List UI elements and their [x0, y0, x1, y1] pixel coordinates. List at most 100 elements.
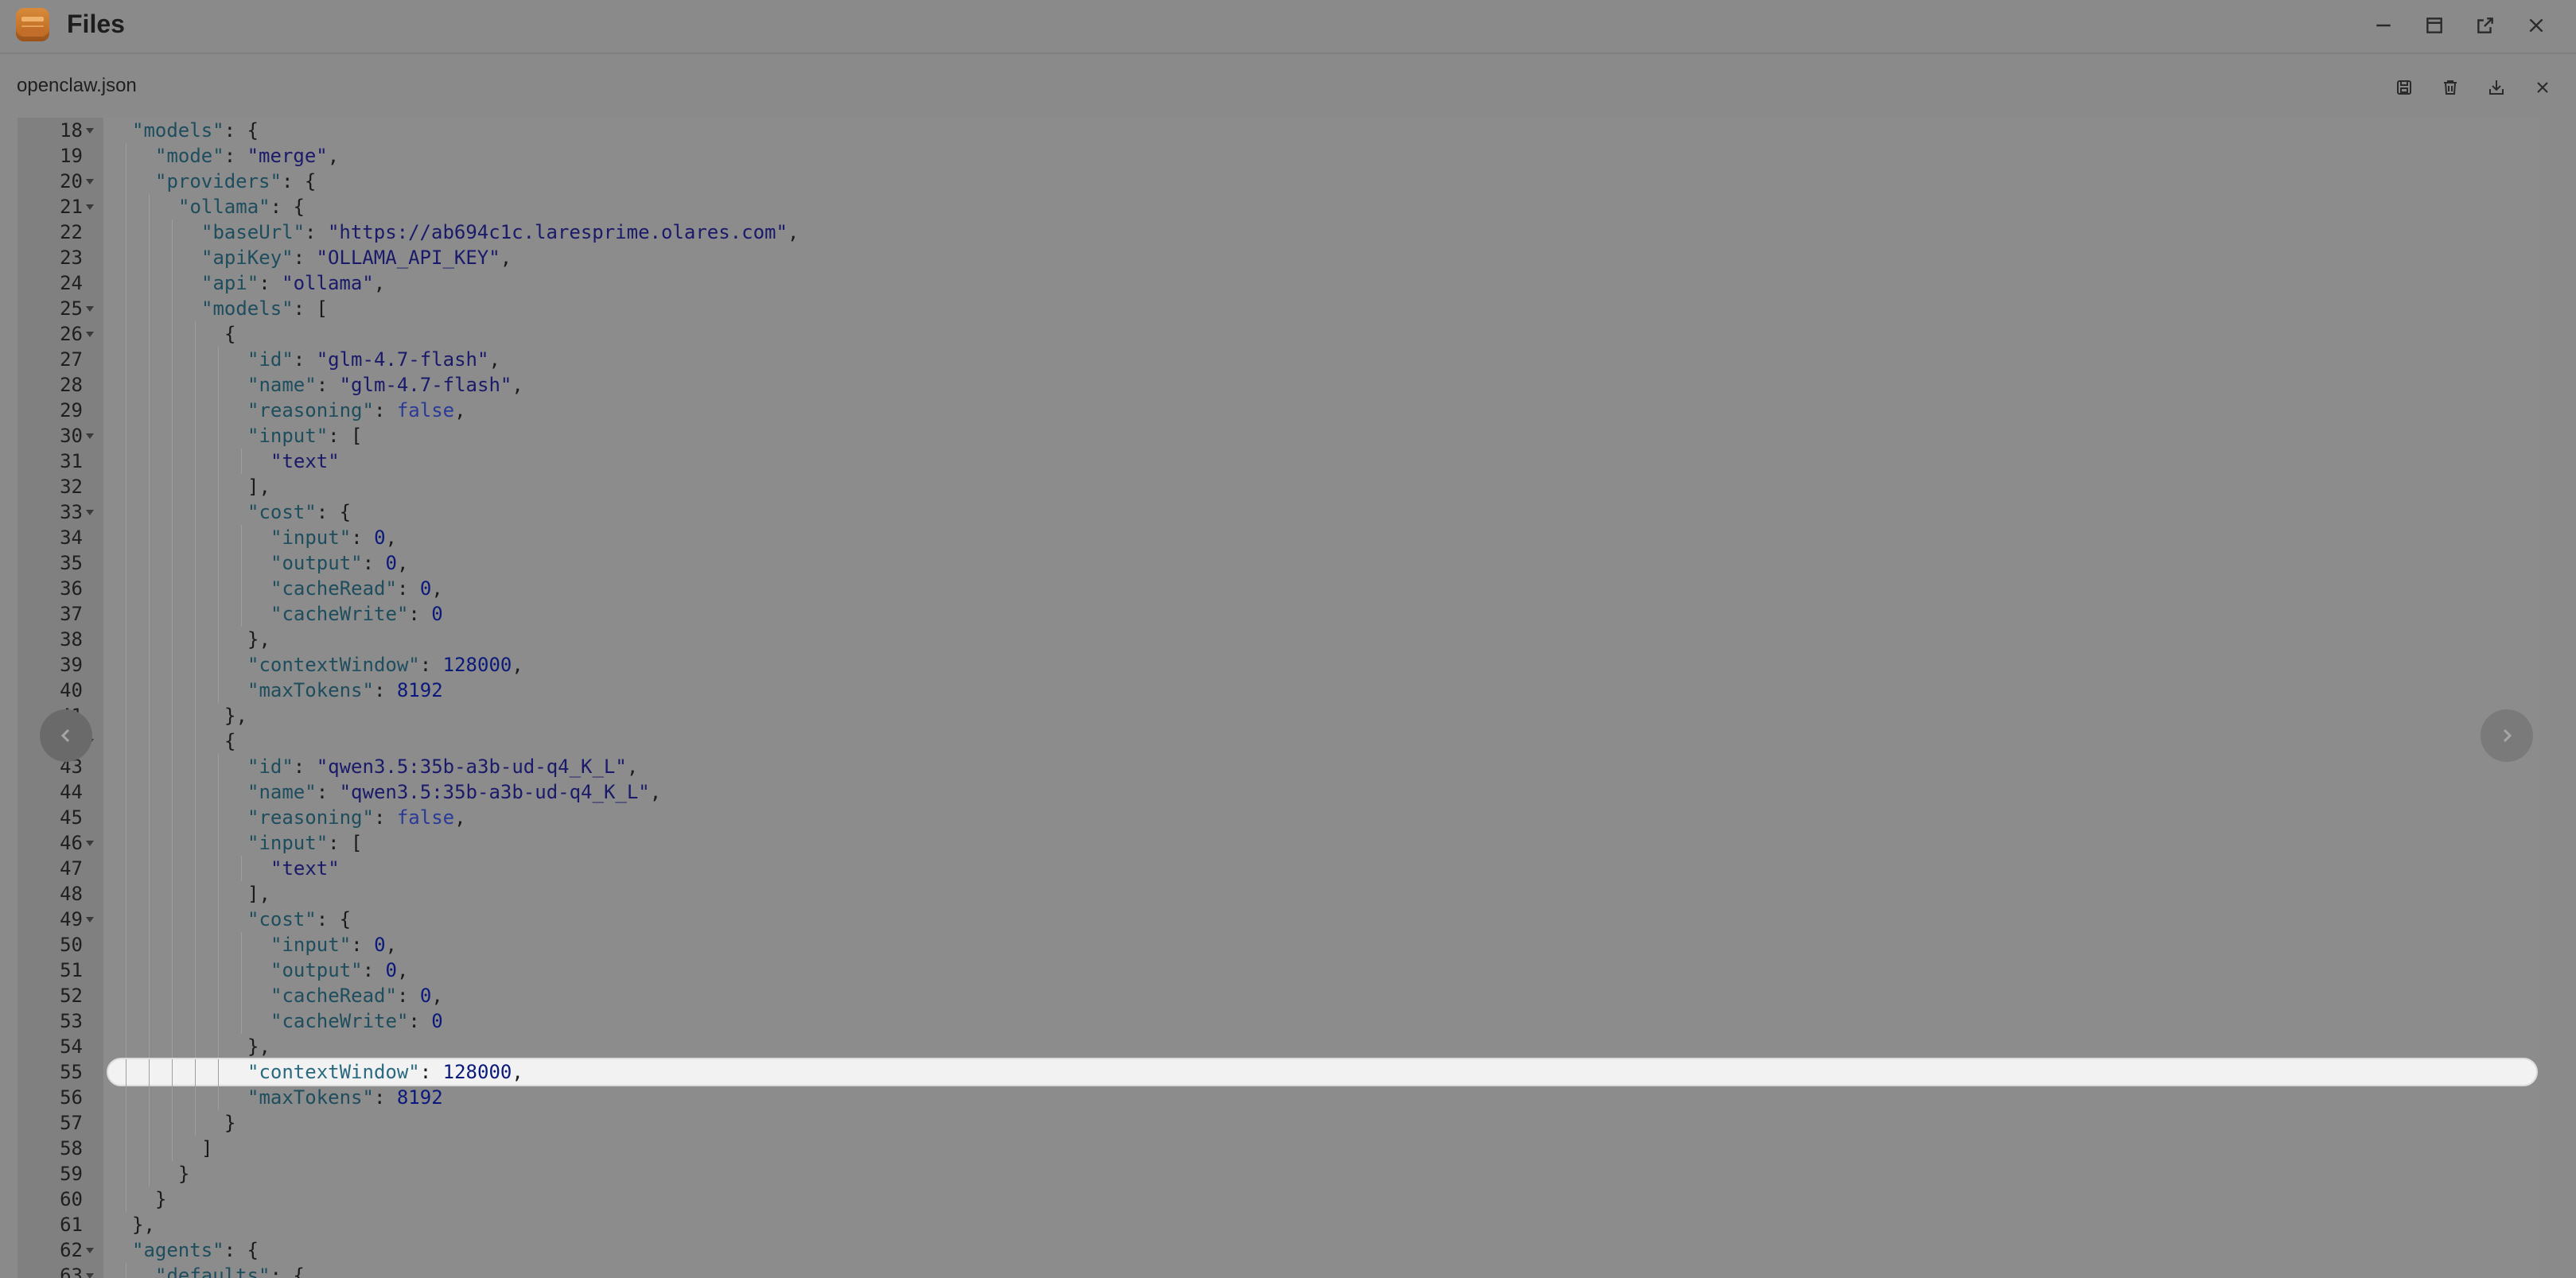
indent-guide: [218, 627, 219, 652]
maximize-button[interactable]: [2417, 8, 2452, 43]
code-token: "cost": [247, 908, 317, 930]
line-number: 39: [60, 654, 83, 676]
code-line[interactable]: 38},: [18, 627, 2539, 652]
code-line[interactable]: 50 "input": 0,: [18, 932, 2539, 958]
code-line[interactable]: 62 "agents": {: [18, 1237, 2539, 1263]
indent-guide: [172, 576, 173, 601]
indent-guide: [172, 830, 173, 856]
code-line[interactable]: 23 "apiKey": "OLLAMA_API_KEY",: [18, 245, 2539, 270]
fold-toggle-icon[interactable]: [86, 841, 94, 846]
delete-button[interactable]: [2433, 70, 2468, 105]
fold-toggle-icon[interactable]: [86, 306, 94, 312]
previous-file-button[interactable]: [40, 709, 92, 762]
open-external-icon: [2477, 17, 2493, 33]
code-line[interactable]: 37 "cacheWrite": 0: [18, 601, 2539, 627]
code-line[interactable]: 63 "defaults": {: [18, 1263, 2539, 1278]
fold-toggle-icon[interactable]: [86, 1248, 94, 1253]
fold-toggle-icon[interactable]: [86, 1273, 94, 1278]
code-token: ,: [787, 221, 800, 243]
code-line[interactable]: 61},: [18, 1212, 2539, 1237]
open-external-button[interactable]: [2468, 8, 2503, 43]
code-line[interactable]: 55 "contextWindow": 128000,: [18, 1058, 2539, 1086]
code-line[interactable]: 34 "input": 0,: [18, 525, 2539, 550]
code-token: "qwen3.5:35b-a3b-ud-q4_K_L": [316, 756, 627, 778]
code-token: 0: [385, 959, 397, 981]
indent-guide: [149, 423, 150, 449]
close-file-button[interactable]: [2525, 70, 2560, 105]
code-text: "mode": "merge",: [155, 143, 339, 169]
code-line[interactable]: 18 "models": {: [18, 118, 2539, 143]
fold-toggle-icon[interactable]: [86, 433, 94, 439]
indent-guide: [218, 805, 219, 830]
code-line[interactable]: 40 "maxTokens": 8192: [18, 678, 2539, 703]
code-line[interactable]: 53 "cacheWrite": 0: [18, 1008, 2539, 1034]
code-line[interactable]: 27 "id": "glm-4.7-flash",: [18, 347, 2539, 372]
code-text: "maxTokens": 8192: [247, 1085, 443, 1110]
code-line[interactable]: 48],: [18, 881, 2539, 907]
fold-toggle-icon[interactable]: [86, 128, 94, 134]
line-number: 54: [60, 1035, 83, 1058]
minimize-button[interactable]: [2366, 8, 2401, 43]
code-line[interactable]: 39 "contextWindow": 128000,: [18, 652, 2539, 678]
code-line[interactable]: 19 "mode": "merge",: [18, 143, 2539, 169]
code-line[interactable]: 47 "text": [18, 856, 2539, 881]
code-text: "input": [: [247, 830, 363, 856]
code-line[interactable]: 21 "ollama": {: [18, 194, 2539, 219]
indent-guide: [195, 983, 196, 1008]
save-button[interactable]: [2387, 70, 2422, 105]
code-token: 8192: [396, 679, 443, 701]
code-line[interactable]: 20 "providers": {: [18, 169, 2539, 194]
code-line[interactable]: 32],: [18, 474, 2539, 499]
code-line[interactable]: 44 "name": "qwen3.5:35b-a3b-ud-q4_K_L",: [18, 779, 2539, 805]
code-line[interactable]: 36 "cacheRead": 0,: [18, 576, 2539, 601]
indent-guide: [172, 983, 173, 1008]
fold-toggle-icon[interactable]: [86, 179, 94, 185]
code-line[interactable]: 42{: [18, 728, 2539, 754]
code-line[interactable]: 26 {: [18, 321, 2539, 347]
line-number: 46: [60, 832, 83, 854]
code-editor[interactable]: 18 "models": {19 "mode": "merge", 20 "provid…: [18, 118, 2539, 1278]
code-line[interactable]: 25 "models": [: [18, 296, 2539, 321]
download-button[interactable]: [2479, 70, 2514, 105]
fold-toggle-icon[interactable]: [86, 204, 94, 210]
code-line[interactable]: 33 "cost": {: [18, 499, 2539, 525]
code-line[interactable]: 45 "reasoning": false,: [18, 805, 2539, 830]
code-line[interactable]: 54},: [18, 1034, 2539, 1059]
code-line[interactable]: 43 "id": "qwen3.5:35b-a3b-ud-q4_K_L",: [18, 754, 2539, 779]
indent-guide: [218, 398, 219, 423]
code-line[interactable]: 46 "input": [: [18, 830, 2539, 856]
code-line[interactable]: 35 "output": 0,: [18, 550, 2539, 576]
code-line[interactable]: 58]: [18, 1136, 2539, 1161]
close-window-button[interactable]: [2519, 8, 2554, 43]
next-file-button[interactable]: [2481, 709, 2533, 762]
code-line[interactable]: 30 "input": [: [18, 423, 2539, 449]
code-line[interactable]: 52 "cacheRead": 0,: [18, 983, 2539, 1008]
code-line[interactable]: 41},: [18, 703, 2539, 728]
code-token: :: [305, 221, 328, 243]
code-text: "reasoning": false,: [247, 805, 466, 830]
fold-toggle-icon[interactable]: [86, 332, 94, 337]
fold-toggle-icon[interactable]: [86, 917, 94, 923]
fold-toggle-icon[interactable]: [86, 510, 94, 515]
code-line[interactable]: 51 "output": 0,: [18, 958, 2539, 983]
code-line[interactable]: 60}: [18, 1187, 2539, 1212]
code-line[interactable]: 22 "baseUrl": "https://ab694c1c.laresprim…: [18, 219, 2539, 245]
code-line[interactable]: 56 "maxTokens": 8192: [18, 1085, 2539, 1110]
indent-guide: [149, 601, 150, 627]
code-token: },: [132, 1214, 155, 1236]
code-token: "OLLAMA_API_KEY": [316, 247, 500, 269]
code-line[interactable]: 49 "cost": {: [18, 907, 2539, 932]
indent-guide: [149, 1136, 150, 1161]
indent-guide: [149, 525, 150, 550]
code-token: ,: [431, 985, 443, 1007]
indent-guide: [172, 1110, 173, 1136]
code-line[interactable]: 31 "text": [18, 449, 2539, 474]
indent-guide: [172, 958, 173, 983]
code-line[interactable]: 24 "api": "ollama",: [18, 270, 2539, 296]
code-line[interactable]: 29 "reasoning": false,: [18, 398, 2539, 423]
code-line[interactable]: 28 "name": "glm-4.7-flash",: [18, 372, 2539, 398]
code-line[interactable]: 59}: [18, 1161, 2539, 1187]
code-line[interactable]: 57}: [18, 1110, 2539, 1136]
code-token: ,: [626, 756, 639, 778]
indent-guide: [241, 449, 242, 474]
